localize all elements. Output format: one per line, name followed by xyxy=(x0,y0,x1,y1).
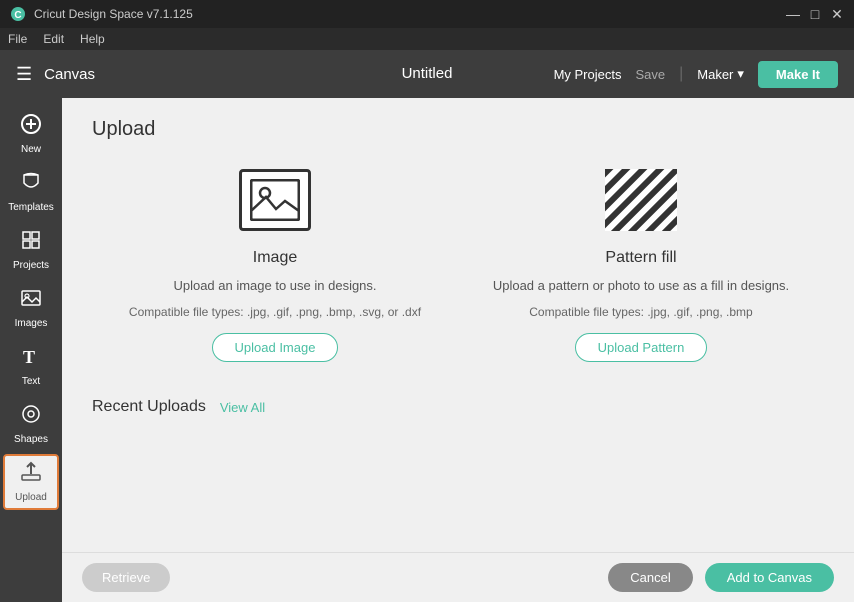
menu-file[interactable]: File xyxy=(8,32,27,46)
recent-uploads-title: Recent Uploads xyxy=(92,398,206,416)
add-to-canvas-button[interactable]: Add to Canvas xyxy=(705,563,834,592)
sidebar-item-projects[interactable]: Projects xyxy=(3,222,59,278)
sidebar-item-projects-label: Projects xyxy=(13,260,49,271)
app-bar-center: Untitled xyxy=(402,65,453,83)
pattern-card-title: Pattern fill xyxy=(605,249,676,267)
app-bar-left: ☰ Canvas xyxy=(16,64,95,85)
bottom-bar: Retrieve Cancel Add to Canvas xyxy=(62,552,854,602)
title-bar-controls: — □ ✕ xyxy=(786,7,844,21)
app-name: Canvas xyxy=(44,66,95,83)
separator: | xyxy=(679,65,683,83)
image-svg-icon xyxy=(250,179,300,221)
sidebar-item-upload-label: Upload xyxy=(15,492,47,503)
pattern-icon-box xyxy=(605,169,677,231)
upload-icon xyxy=(20,461,42,489)
app-bar-right: My Projects Save | Maker ▾ Make It xyxy=(554,61,838,88)
svg-text:T: T xyxy=(23,347,35,367)
menu-bar: File Edit Help xyxy=(0,28,854,50)
sidebar-item-new-label: New xyxy=(21,144,41,155)
close-button[interactable]: ✕ xyxy=(830,7,844,21)
content-inner: Upload Image Uplo xyxy=(62,98,854,552)
bottom-right-buttons: Cancel Add to Canvas xyxy=(608,563,834,592)
page-title: Upload xyxy=(92,118,824,141)
title-bar: C Cricut Design Space v7.1.125 — □ ✕ xyxy=(0,0,854,28)
minimize-button[interactable]: — xyxy=(786,7,800,21)
image-card-file-types: Compatible file types: .jpg, .gif, .png,… xyxy=(129,305,421,319)
new-icon xyxy=(20,113,42,141)
image-card-icon xyxy=(235,165,315,235)
sidebar-item-text-label: Text xyxy=(22,376,40,387)
pattern-card-description: Upload a pattern or photo to use as a fi… xyxy=(493,277,789,295)
app-logo: C xyxy=(10,6,26,22)
upload-pattern-card: Pattern fill Upload a pattern or photo t… xyxy=(471,165,811,362)
recent-uploads-section: Recent Uploads View All xyxy=(92,398,824,416)
project-title: Untitled xyxy=(402,65,453,82)
app-bar: ☰ Canvas Untitled My Projects Save | Mak… xyxy=(0,50,854,98)
sidebar-item-templates[interactable]: Templates xyxy=(3,164,59,220)
sidebar-item-new[interactable]: New xyxy=(3,106,59,162)
maker-label: Maker xyxy=(697,67,733,82)
projects-icon xyxy=(20,229,42,257)
svg-text:C: C xyxy=(14,10,21,21)
text-icon: T xyxy=(20,345,42,373)
make-it-button[interactable]: Make It xyxy=(758,61,838,88)
menu-edit[interactable]: Edit xyxy=(43,32,64,46)
menu-help[interactable]: Help xyxy=(80,32,105,46)
sidebar-item-upload[interactable]: Upload xyxy=(3,454,59,510)
templates-icon xyxy=(20,171,42,199)
sidebar: New Templates Projects xyxy=(0,98,62,602)
pattern-card-icon xyxy=(601,165,681,235)
upload-pattern-button[interactable]: Upload Pattern xyxy=(575,333,708,362)
images-icon xyxy=(20,287,42,315)
upload-image-button[interactable]: Upload Image xyxy=(212,333,339,362)
my-projects-button[interactable]: My Projects xyxy=(554,67,622,82)
sidebar-item-images[interactable]: Images xyxy=(3,280,59,336)
save-button[interactable]: Save xyxy=(635,67,665,82)
hamburger-menu[interactable]: ☰ xyxy=(16,64,32,85)
upload-cards: Image Upload an image to use in designs.… xyxy=(92,165,824,362)
main-layout: New Templates Projects xyxy=(0,98,854,602)
content-area: Upload Image Uplo xyxy=(62,98,854,602)
maker-chevron-icon: ▾ xyxy=(737,66,744,82)
maximize-button[interactable]: □ xyxy=(808,7,822,21)
image-card-description: Upload an image to use in designs. xyxy=(173,277,376,295)
sidebar-item-images-label: Images xyxy=(15,318,48,329)
sidebar-item-shapes-label: Shapes xyxy=(14,434,48,445)
title-bar-title: Cricut Design Space v7.1.125 xyxy=(34,7,193,21)
image-icon-box xyxy=(239,169,311,231)
cancel-button[interactable]: Cancel xyxy=(608,563,692,592)
image-card-title: Image xyxy=(253,249,297,267)
pattern-svg-icon xyxy=(605,169,677,231)
sidebar-item-templates-label: Templates xyxy=(8,202,54,213)
upload-image-card: Image Upload an image to use in designs.… xyxy=(105,165,445,362)
view-all-button[interactable]: View All xyxy=(220,400,265,415)
sidebar-item-text[interactable]: T Text xyxy=(3,338,59,394)
maker-dropdown[interactable]: Maker ▾ xyxy=(697,66,744,82)
pattern-card-file-types: Compatible file types: .jpg, .gif, .png,… xyxy=(529,305,752,319)
sidebar-item-shapes[interactable]: Shapes xyxy=(3,396,59,452)
shapes-icon xyxy=(20,403,42,431)
title-bar-left: C Cricut Design Space v7.1.125 xyxy=(10,6,193,22)
retrieve-button[interactable]: Retrieve xyxy=(82,563,170,592)
